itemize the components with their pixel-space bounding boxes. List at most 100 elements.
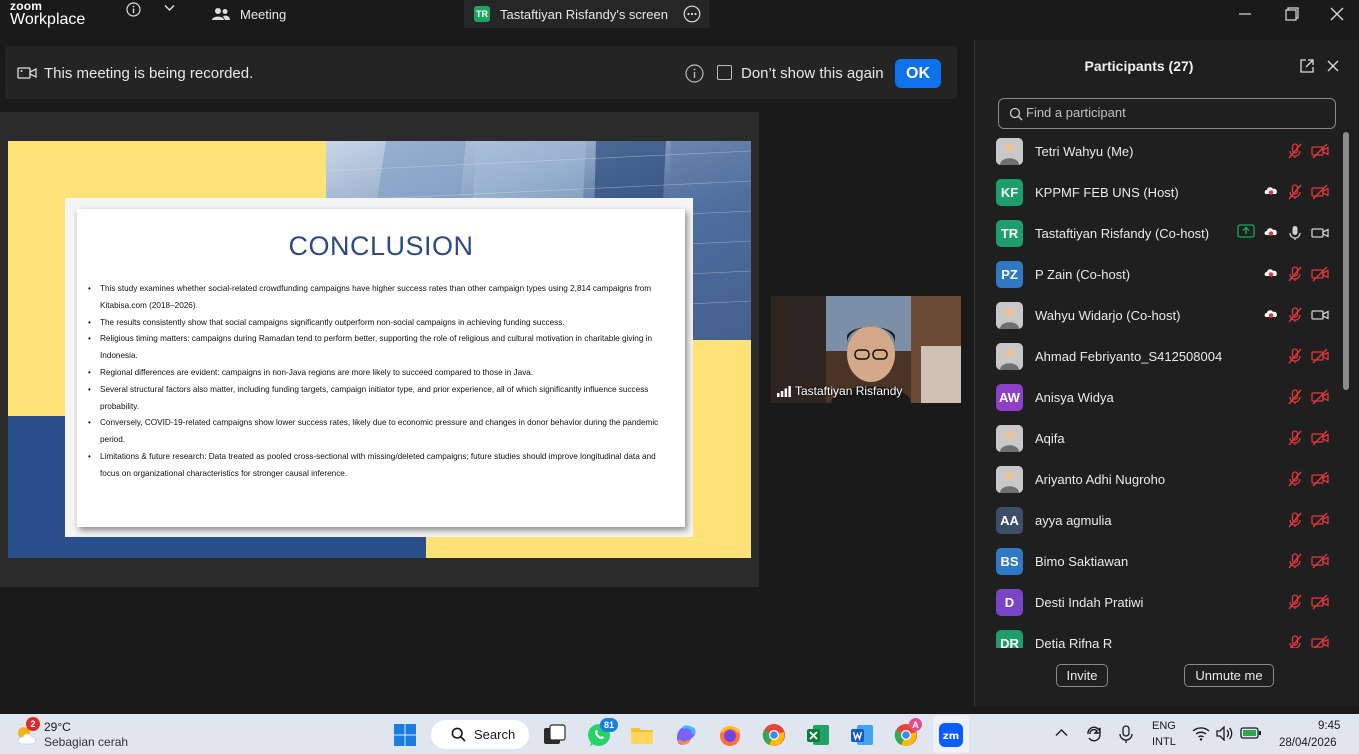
volume-icon[interactable] xyxy=(1216,726,1234,741)
chevron-down-icon[interactable] xyxy=(164,4,175,12)
windows-start-icon[interactable] xyxy=(392,722,418,748)
task-view-icon[interactable] xyxy=(541,722,567,748)
keyboard-lang-bottom[interactable]: INTL xyxy=(1152,736,1176,748)
info-icon[interactable] xyxy=(685,64,704,83)
video-off-icon[interactable] xyxy=(1311,388,1329,406)
mic-muted-icon[interactable] xyxy=(1286,511,1304,529)
participant-row[interactable]: DR Detia Rifna R xyxy=(975,623,1341,648)
video-off-icon[interactable] xyxy=(1311,511,1329,529)
mic-muted-icon[interactable] xyxy=(1286,142,1304,160)
cloud-recording-icon[interactable] xyxy=(1263,306,1281,324)
weather-temperature[interactable]: 29°C xyxy=(44,720,71,734)
firefox-icon[interactable] xyxy=(717,722,743,748)
clock-time[interactable]: 9:45 xyxy=(1318,720,1340,732)
mic-icon[interactable] xyxy=(1286,224,1304,242)
zoom-icon[interactable]: zm xyxy=(938,722,964,748)
participant-row[interactable]: Wahyu Widarjo (Co-host) xyxy=(975,295,1341,336)
participant-name: Detia Rifna R xyxy=(1035,636,1113,648)
whatsapp-badge: 81 xyxy=(600,718,618,732)
clock-date[interactable]: 28/04/2026 xyxy=(1279,737,1337,749)
minimize-icon[interactable] xyxy=(1235,4,1255,24)
mic-muted-icon[interactable] xyxy=(1286,183,1304,201)
cloud-recording-icon[interactable] xyxy=(1263,183,1281,201)
participant-row[interactable]: D Desti Indah Pratiwi xyxy=(975,582,1341,623)
chrome-icon[interactable] xyxy=(761,722,787,748)
copilot-icon[interactable] xyxy=(673,722,699,748)
mic-muted-icon[interactable] xyxy=(1286,265,1304,283)
video-off-icon[interactable] xyxy=(1311,265,1329,283)
participant-name: Desti Indah Pratiwi xyxy=(1035,595,1144,610)
pop-out-icon[interactable] xyxy=(1299,58,1315,74)
video-off-icon[interactable] xyxy=(1311,593,1329,611)
participant-row[interactable]: BS Bimo Saktiawan xyxy=(975,541,1341,582)
tab-meeting-label: Meeting xyxy=(240,6,287,22)
dont-show-checkbox[interactable] xyxy=(717,65,732,80)
keyboard-lang-top[interactable]: ENG xyxy=(1152,720,1176,732)
participant-list-scrollbar[interactable] xyxy=(1343,132,1349,390)
battery-icon[interactable] xyxy=(1240,726,1262,740)
mic-muted-icon[interactable] xyxy=(1286,552,1304,570)
participant-row[interactable]: AW Anisya Widya xyxy=(975,377,1341,418)
maximize-icon[interactable] xyxy=(1281,4,1301,24)
video-off-icon[interactable] xyxy=(1311,634,1329,648)
taskbar-search[interactable]: Search xyxy=(431,720,529,749)
signal-strength-icon xyxy=(777,386,791,397)
participant-name: KPPMF FEB UNS (Host) xyxy=(1035,185,1179,200)
screen-share-icon[interactable] xyxy=(1237,224,1255,242)
participant-avatar xyxy=(996,302,1023,329)
weather-badge: 2 xyxy=(26,717,40,731)
mic-muted-icon[interactable] xyxy=(1286,306,1304,324)
close-panel-icon[interactable] xyxy=(1326,59,1340,73)
video-icon[interactable] xyxy=(1311,224,1329,242)
tab-meeting[interactable]: Meeting xyxy=(212,0,286,28)
close-icon[interactable] xyxy=(1327,4,1347,24)
participant-row[interactable]: AA ayya agmulia xyxy=(975,500,1341,541)
slide-bullet: Conversely, COVID-19-related campaigns s… xyxy=(88,415,675,449)
cloud-recording-icon[interactable] xyxy=(1263,265,1281,283)
invite-button[interactable]: Invite xyxy=(1056,664,1108,687)
participant-avatar: TR xyxy=(996,220,1023,247)
cloud-recording-icon[interactable] xyxy=(1263,224,1281,242)
unmute-me-button[interactable]: Unmute me xyxy=(1184,664,1274,687)
participant-search[interactable] xyxy=(998,98,1336,129)
participant-name: Tetri Wahyu (Me) xyxy=(1035,144,1134,159)
sync-icon[interactable] xyxy=(1084,724,1104,744)
participant-row[interactable]: Aqifa xyxy=(975,418,1341,459)
word-icon[interactable] xyxy=(849,722,875,748)
participant-row[interactable]: KF KPPMF FEB UNS (Host) xyxy=(975,172,1341,213)
more-options-icon[interactable] xyxy=(683,5,701,23)
slide-bullet: This study examines whether social-relat… xyxy=(88,281,675,315)
excel-icon[interactable] xyxy=(805,722,831,748)
participant-row[interactable]: Tetri Wahyu (Me) xyxy=(975,131,1341,172)
video-off-icon[interactable] xyxy=(1311,142,1329,160)
participant-avatar: PZ xyxy=(996,261,1023,288)
chevron-up-icon[interactable] xyxy=(1055,728,1068,737)
mic-muted-icon[interactable] xyxy=(1286,470,1304,488)
video-icon[interactable] xyxy=(1311,306,1329,324)
weather-description[interactable]: Sebagian cerah xyxy=(44,735,128,749)
wifi-icon[interactable] xyxy=(1192,726,1210,741)
mic-muted-icon[interactable] xyxy=(1286,347,1304,365)
tab-shared-screen[interactable]: TR Tastaftiyan Risfandy's screen xyxy=(464,0,709,28)
video-off-icon[interactable] xyxy=(1311,347,1329,365)
participant-row[interactable]: Ariyanto Adhi Nugroho xyxy=(975,459,1341,500)
mic-muted-icon[interactable] xyxy=(1286,593,1304,611)
participant-row[interactable]: Ahmad Febriyanto_S412508004 xyxy=(975,336,1341,377)
participant-row[interactable]: TR Tastaftiyan Risfandy (Co-host) xyxy=(975,213,1341,254)
participant-avatar xyxy=(996,343,1023,370)
mic-muted-icon[interactable] xyxy=(1286,429,1304,447)
mic-muted-icon[interactable] xyxy=(1286,634,1304,648)
microphone-tray-icon[interactable] xyxy=(1116,724,1136,744)
participant-row[interactable]: PZ P Zain (Co-host) xyxy=(975,254,1341,295)
video-off-icon[interactable] xyxy=(1311,429,1329,447)
mic-muted-icon[interactable] xyxy=(1286,388,1304,406)
ok-button[interactable]: OK xyxy=(895,59,941,88)
video-off-icon[interactable] xyxy=(1311,470,1329,488)
video-off-icon[interactable] xyxy=(1311,552,1329,570)
file-explorer-icon[interactable] xyxy=(629,722,655,748)
video-off-icon[interactable] xyxy=(1311,183,1329,201)
info-icon[interactable] xyxy=(126,2,141,17)
video-tile[interactable]: Tastaftiyan Risfandy xyxy=(771,296,961,403)
recording-banner: This meeting is being recorded. Don’t sh… xyxy=(5,46,957,99)
participant-search-input[interactable] xyxy=(1026,105,1316,120)
